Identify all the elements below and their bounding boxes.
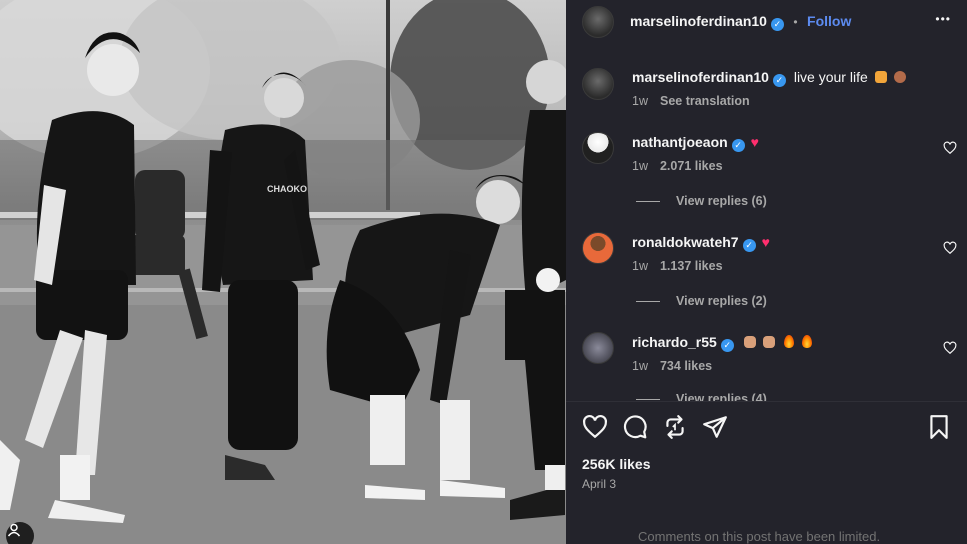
view-replies-link[interactable]: View replies (2) bbox=[636, 294, 767, 308]
photo-illustration: CHAOKO bbox=[0, 0, 566, 544]
view-replies-link[interactable]: View replies (4) bbox=[636, 392, 767, 401]
author-username[interactable]: marselinoferdinan10 bbox=[630, 13, 767, 29]
bookmark-icon[interactable] bbox=[926, 414, 952, 440]
comments-limited-notice: Comments on this post have been limited. bbox=[638, 529, 881, 544]
fire-emoji-icon bbox=[802, 335, 813, 348]
view-replies-label: View replies (2) bbox=[676, 294, 767, 308]
replies-line bbox=[636, 201, 660, 203]
comment-avatar[interactable] bbox=[582, 332, 614, 364]
header-separator: • bbox=[793, 15, 798, 29]
view-replies-label: View replies (6) bbox=[676, 194, 767, 208]
pink-heart-icon: ♥ bbox=[750, 134, 759, 150]
verified-badge-icon: ✓ bbox=[720, 339, 734, 352]
send-icon[interactable] bbox=[702, 414, 728, 440]
follow-button[interactable]: Follow bbox=[807, 13, 851, 29]
caption-avatar[interactable] bbox=[582, 68, 614, 100]
comment-meta: 1w 2.071 likes bbox=[632, 159, 723, 173]
comment-icon[interactable] bbox=[622, 414, 648, 440]
caption-time: 1w bbox=[632, 94, 648, 108]
caption-text: live your life bbox=[793, 69, 868, 85]
post-date[interactable]: April 3 bbox=[582, 477, 616, 491]
comment-meta: 1w 1.137 likes bbox=[632, 259, 723, 273]
comment-username[interactable]: nathantjoeaon bbox=[632, 134, 728, 150]
post-photo[interactable]: CHAOKO bbox=[0, 0, 566, 544]
more-options-icon[interactable]: ••• bbox=[935, 12, 951, 26]
verified-badge-icon: ✓ bbox=[772, 74, 786, 87]
replies-line bbox=[636, 301, 660, 303]
panel-divider bbox=[566, 401, 967, 402]
see-translation-link[interactable]: See translation bbox=[660, 94, 750, 108]
replies-clip: View replies (4) bbox=[566, 386, 967, 401]
comment: richardo_r55 ✓ bbox=[632, 334, 813, 352]
view-replies-link[interactable]: View replies (6) bbox=[636, 194, 767, 208]
emoji-icon bbox=[874, 71, 887, 83]
emoji-icon bbox=[893, 71, 906, 83]
caption-meta: 1w See translation bbox=[632, 94, 750, 108]
comment-likes[interactable]: 734 likes bbox=[660, 359, 712, 373]
author-avatar[interactable] bbox=[582, 6, 614, 38]
comment: ronaldokwateh7 ✓ ♥ bbox=[632, 234, 770, 252]
view-replies-label: View replies (4) bbox=[676, 392, 767, 401]
comment-like-heart-icon[interactable] bbox=[943, 141, 957, 155]
fist-emoji-icon bbox=[762, 336, 775, 348]
comment-username[interactable]: richardo_r55 bbox=[632, 334, 717, 350]
comment-avatar[interactable] bbox=[582, 132, 614, 164]
comment-likes[interactable]: 2.071 likes bbox=[660, 159, 723, 173]
comment-likes[interactable]: 1.137 likes bbox=[660, 259, 723, 273]
comment-like-heart-icon[interactable] bbox=[943, 341, 957, 355]
svg-text:CHAOKO: CHAOKO bbox=[267, 184, 307, 194]
comment-meta: 1w 734 likes bbox=[632, 359, 712, 373]
heart-icon[interactable] bbox=[582, 414, 608, 440]
caption: marselinoferdinan10 ✓ live your life bbox=[632, 69, 906, 87]
comment-avatar[interactable] bbox=[582, 232, 614, 264]
muscle-emoji-icon bbox=[743, 336, 756, 348]
comment-time: 1w bbox=[632, 359, 648, 373]
comment-time: 1w bbox=[632, 259, 648, 273]
verified-badge-icon: ✓ bbox=[731, 139, 745, 152]
caption-username[interactable]: marselinoferdinan10 bbox=[632, 69, 769, 85]
likes-count[interactable]: 256K likes bbox=[582, 456, 651, 472]
comment: nathantjoeaon ✓ ♥ bbox=[632, 134, 759, 152]
pink-heart-icon: ♥ bbox=[761, 234, 770, 250]
action-bar bbox=[582, 414, 952, 442]
verified-badge-icon: ✓ bbox=[742, 239, 756, 252]
verified-badge-icon: ✓ bbox=[770, 18, 784, 31]
post-side-panel: marselinoferdinan10 ✓ • Follow ••• marsel… bbox=[566, 0, 967, 544]
comment-like-heart-icon[interactable] bbox=[943, 241, 957, 255]
comment-username[interactable]: ronaldokwateh7 bbox=[632, 234, 739, 250]
repost-icon[interactable] bbox=[662, 414, 688, 440]
post-header: marselinoferdinan10 ✓ • Follow bbox=[630, 13, 851, 31]
fire-emoji-icon bbox=[783, 335, 794, 348]
comment-time: 1w bbox=[632, 159, 648, 173]
tagged-user-icon[interactable] bbox=[6, 522, 34, 544]
